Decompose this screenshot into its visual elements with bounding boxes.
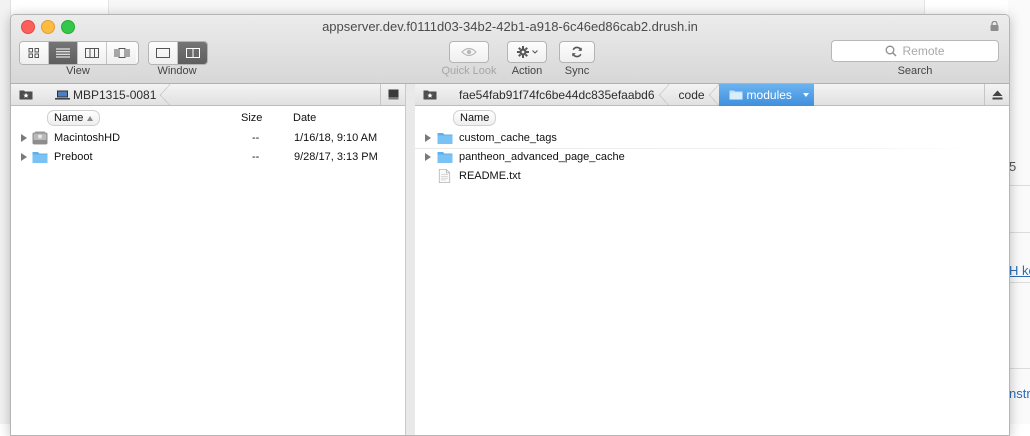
background-text-fragment: 5 xyxy=(1009,159,1017,174)
view-mode-control xyxy=(19,41,139,65)
search-field[interactable]: Remote xyxy=(831,40,999,62)
single-pane-icon xyxy=(156,48,170,58)
local-pane: MBP1315-0081 Name Size Date MacintoshHD … xyxy=(11,83,405,435)
name-column-header[interactable]: Name xyxy=(47,110,101,126)
icon-grid-icon xyxy=(28,48,39,58)
local-favorites-button[interactable] xyxy=(11,84,41,106)
remote-path-crumb-code[interactable]: code xyxy=(669,83,719,106)
transmit-window: appserver.dev.f0111d03-34b2-42b1-a918-6c… xyxy=(10,14,1010,436)
favorites-folder-icon xyxy=(19,90,33,100)
coverflow-icon xyxy=(114,48,129,58)
remote-pane: fae54fab91f74fc6be44dc835efaabd6 code mo… xyxy=(415,83,1009,435)
remote-favorites-button[interactable] xyxy=(415,84,445,106)
file-row-macintoshhd[interactable]: MacintoshHD -- 1/16/18, 9:10 AM xyxy=(11,129,405,148)
view-label: View xyxy=(66,65,90,77)
name-column-label: Name xyxy=(54,112,84,124)
file-size: -- xyxy=(252,151,260,163)
file-row-pantheon-advanced-page-cache[interactable]: pantheon_advanced_page_cache xyxy=(415,148,1009,167)
name-column-header[interactable]: Name xyxy=(453,110,497,126)
file-date: 1/16/18, 9:10 AM xyxy=(294,132,378,144)
sync-label: Sync xyxy=(564,65,590,77)
background-link-fragment[interactable]: H ke xyxy=(1009,263,1030,278)
folder-icon xyxy=(32,152,48,163)
local-disk-button[interactable] xyxy=(380,84,405,105)
chevron-down-icon xyxy=(531,50,538,54)
file-name: README.txt xyxy=(459,170,521,182)
single-pane-button[interactable] xyxy=(149,42,178,64)
sort-ascending-icon xyxy=(87,115,94,121)
action-menu-button[interactable] xyxy=(507,41,547,63)
remote-path-label: fae54fab91f74fc6be44dc835efaabd6 xyxy=(459,87,655,102)
eye-icon xyxy=(461,47,477,57)
window-title: appserver.dev.f0111d03-34b2-42b1-a918-6c… xyxy=(322,19,698,34)
quick-look-label: Quick Look xyxy=(441,65,497,77)
search-placeholder: Remote xyxy=(902,44,945,58)
name-column-label: Name xyxy=(460,112,490,124)
disclosure-triangle-icon[interactable] xyxy=(21,153,27,161)
file-row-custom-cache-tags[interactable]: custom_cache_tags xyxy=(415,129,1009,148)
file-name: MacintoshHD xyxy=(54,132,121,144)
titlebar: appserver.dev.f0111d03-34b2-42b1-a918-6c… xyxy=(11,15,1009,84)
background-divider xyxy=(1008,368,1030,369)
file-name: pantheon_advanced_page_cache xyxy=(459,151,625,163)
chevron-down-icon[interactable] xyxy=(802,92,809,97)
file-row-preboot[interactable]: Preboot -- 9/28/17, 3:13 PM xyxy=(11,148,405,167)
disclosure-triangle-icon[interactable] xyxy=(425,153,431,161)
background-divider xyxy=(1008,232,1030,233)
columns-icon xyxy=(85,48,99,58)
sync-icon xyxy=(572,46,582,58)
favorites-folder-icon xyxy=(423,90,437,100)
background-top-strip xyxy=(108,0,925,14)
icon-view-button[interactable] xyxy=(20,42,49,64)
folder-icon xyxy=(729,90,743,100)
action-label: Action xyxy=(511,65,543,77)
file-name: Preboot xyxy=(54,151,93,163)
remote-path-crumb-modules[interactable]: modules xyxy=(718,83,814,106)
background-divider xyxy=(1008,282,1030,283)
disk-icon xyxy=(388,89,398,99)
file-row-readme[interactable]: README.txt xyxy=(415,167,1009,186)
folder-icon xyxy=(437,133,453,144)
eject-icon xyxy=(992,90,1002,99)
window-mode-control xyxy=(148,41,208,65)
file-size: -- xyxy=(252,132,260,144)
local-column-header: Name Size Date xyxy=(11,106,405,128)
remote-eject-button[interactable] xyxy=(984,84,1009,105)
search-icon xyxy=(886,45,897,57)
remote-path-label: modules xyxy=(746,87,792,102)
background-text-fragment: nstr xyxy=(1009,386,1030,401)
text-file-icon xyxy=(438,169,451,183)
remote-path-crumb-root[interactable]: fae54fab91f74fc6be44dc835efaabd6 xyxy=(445,83,669,106)
background-divider xyxy=(1008,185,1030,186)
list-icon xyxy=(56,48,70,58)
lock-icon xyxy=(990,21,999,31)
laptop-icon xyxy=(55,90,70,100)
local-path-bar: MBP1315-0081 xyxy=(11,83,405,106)
background-right-column xyxy=(1008,0,1030,424)
column-view-button[interactable] xyxy=(78,42,107,64)
local-path-crumb[interactable]: MBP1315-0081 xyxy=(41,83,171,106)
window-label: Window xyxy=(157,65,197,77)
coverflow-view-button[interactable] xyxy=(107,42,136,64)
gear-icon xyxy=(516,46,529,58)
remote-column-header: Name xyxy=(415,106,1009,149)
dual-pane-button[interactable] xyxy=(178,42,207,64)
hard-drive-icon xyxy=(32,131,48,145)
disclosure-triangle-icon[interactable] xyxy=(425,134,431,142)
date-column-header[interactable]: Date xyxy=(293,112,316,124)
remote-path-label: code xyxy=(678,87,705,102)
file-date: 9/28/17, 3:13 PM xyxy=(294,151,378,163)
file-name: custom_cache_tags xyxy=(459,132,557,144)
sync-button[interactable] xyxy=(559,41,595,63)
size-column-header[interactable]: Size xyxy=(241,112,262,124)
disclosure-triangle-icon[interactable] xyxy=(21,134,27,142)
quick-look-button[interactable] xyxy=(449,41,489,63)
remote-path-bar: fae54fab91f74fc6be44dc835efaabd6 code mo… xyxy=(415,83,1009,106)
dual-pane-icon xyxy=(185,48,200,58)
search-label: Search xyxy=(897,65,933,77)
list-view-button[interactable] xyxy=(49,42,78,64)
local-path-label: MBP1315-0081 xyxy=(73,87,157,102)
folder-icon xyxy=(437,152,453,163)
